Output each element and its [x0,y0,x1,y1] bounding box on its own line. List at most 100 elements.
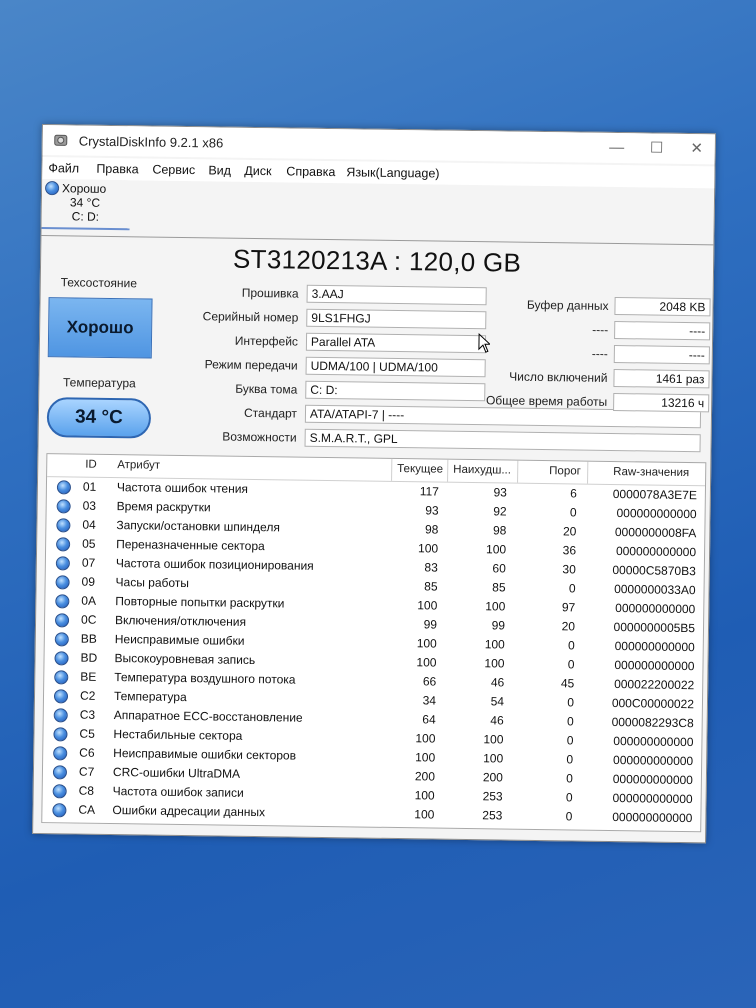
cell-worst: 46 [490,713,504,728]
features-label: Возможности [222,429,297,445]
drive-tab-temp: 34 °C [69,195,101,210]
cell-raw: 000000000000 [612,753,694,769]
cell-current: 100 [414,788,435,803]
drive-tab[interactable]: Хорошо 34 °C C: D: [41,179,131,231]
cell-attribute: Частота ошибок позиционирования [115,556,314,573]
status-dot-icon [55,556,70,571]
cell-attribute: CRC-ошибки UltraDMA [112,765,241,781]
cell-raw: 000000000000 [612,810,693,826]
cell-raw: 000000000000 [614,658,695,674]
cell-raw: 0000082293C8 [611,715,694,731]
menu-edit[interactable]: Правка [96,162,138,177]
smart-attributes-table[interactable]: ID Атрибут Текущее Наихудш... Порог Raw-… [41,453,707,833]
cell-worst: 100 [485,599,506,614]
cell-worst: 100 [484,656,505,671]
menu-view[interactable]: Вид [208,163,231,177]
transfer-label: Режим передачи [204,357,298,373]
cell-threshold: 0 [567,638,575,653]
col-worst[interactable]: Наихудш... [453,464,511,477]
cell-threshold: 0 [565,809,573,824]
cell-raw: 0000000005B5 [613,620,696,636]
cell-raw: 000000000000 [615,544,697,560]
cell-id: 04 [82,517,96,532]
cell-current: 85 [424,579,438,594]
cell-current: 100 [415,731,436,746]
menu-language[interactable]: Язык(Language) [346,165,439,180]
cell-id: C2 [79,688,96,703]
cell-raw: 000000000000 [615,601,696,617]
cell-current: 117 [419,484,440,499]
menu-disk[interactable]: Диск [244,164,271,178]
cell-threshold: 0 [565,790,573,805]
cell-current: 100 [417,541,439,556]
power-on-hours-label: Общее время работы [485,393,608,409]
cell-current: 100 [417,598,438,613]
cell-worst: 54 [490,694,505,709]
cell-attribute: Неисправимые ошибки секторов [113,746,297,763]
menu-help[interactable]: Справка [286,164,335,179]
cell-threshold: 0 [568,581,576,596]
cell-id: 03 [82,498,97,513]
buffer-label: Буфер данных [526,297,609,313]
disk-model-title: ST3120213A : 120,0 GB [232,243,522,278]
temperature-badge[interactable]: 34 °C [46,397,152,439]
cell-attribute: Время раскрутки [116,499,211,515]
temperature-label: Температура [62,375,136,391]
col-id[interactable]: ID [85,459,97,471]
col-attribute[interactable]: Атрибут [117,459,160,472]
blank2-label: ---- [591,346,608,361]
col-current[interactable]: Текущее [397,463,443,476]
status-dot-icon [53,746,68,761]
cell-worst: 98 [492,523,507,538]
standard-label: Стандарт [243,405,298,421]
menu-service[interactable]: Сервис [152,163,195,178]
crystaldiskinfo-window: CrystalDiskInfo 9.2.1 x86 — ☐ ✕ Файл Пра… [32,124,716,844]
cell-worst: 93 [493,485,507,500]
cell-raw: 000000000000 [614,639,695,655]
cell-threshold: 20 [562,524,577,539]
cell-id: 09 [81,574,96,589]
close-button[interactable]: ✕ [679,138,715,161]
cell-raw: 000000000000 [616,506,697,522]
minimize-button[interactable]: — [599,137,635,160]
cell-raw: 000000000000 [612,772,693,788]
cell-threshold: 0 [566,752,574,767]
cell-attribute: Ошибки адресации данных [112,803,266,820]
cell-id: 07 [81,555,96,570]
cell-id: 05 [82,536,96,551]
status-dot-icon [54,651,69,666]
buffer-value: 2048 KB [614,297,711,317]
cell-current: 100 [416,636,437,651]
cell-attribute: Аппаратное ECC-восстановление [113,708,303,725]
cell-worst: 100 [483,732,504,747]
maximize-button[interactable]: ☐ [639,137,675,160]
serial-value: 9LS1FHGJ [306,308,487,330]
cell-attribute: Часы работы [115,575,190,591]
cell-threshold: 0 [567,657,575,672]
col-threshold[interactable]: Порог [549,465,581,477]
cell-id: 0C [80,612,97,627]
status-dot-icon [52,803,67,818]
cell-worst: 99 [491,618,506,633]
cell-attribute: Повторные попытки раскрутки [115,594,285,611]
cell-id: C5 [79,726,95,741]
cell-raw: 000022200022 [614,677,695,693]
col-divider [587,461,589,484]
cell-attribute: Частота ошибок записи [112,784,244,800]
mouse-cursor-icon [478,333,491,353]
col-divider [517,460,519,483]
cell-threshold: 97 [561,600,576,615]
col-raw[interactable]: Raw-значения [613,466,689,479]
health-status-button[interactable]: Хорошо [47,297,153,359]
col-divider [447,459,449,482]
cell-worst: 253 [482,808,503,823]
cell-threshold: 20 [561,619,576,634]
cell-worst: 200 [482,770,504,785]
cell-threshold: 0 [566,733,574,748]
menu-file[interactable]: Файл [48,161,79,175]
blank2-value: ---- [613,345,710,365]
col-divider [391,458,393,481]
cell-current: 100 [415,750,436,765]
cell-raw: 00000C5870B3 [612,563,696,579]
cell-threshold: 45 [560,676,575,691]
